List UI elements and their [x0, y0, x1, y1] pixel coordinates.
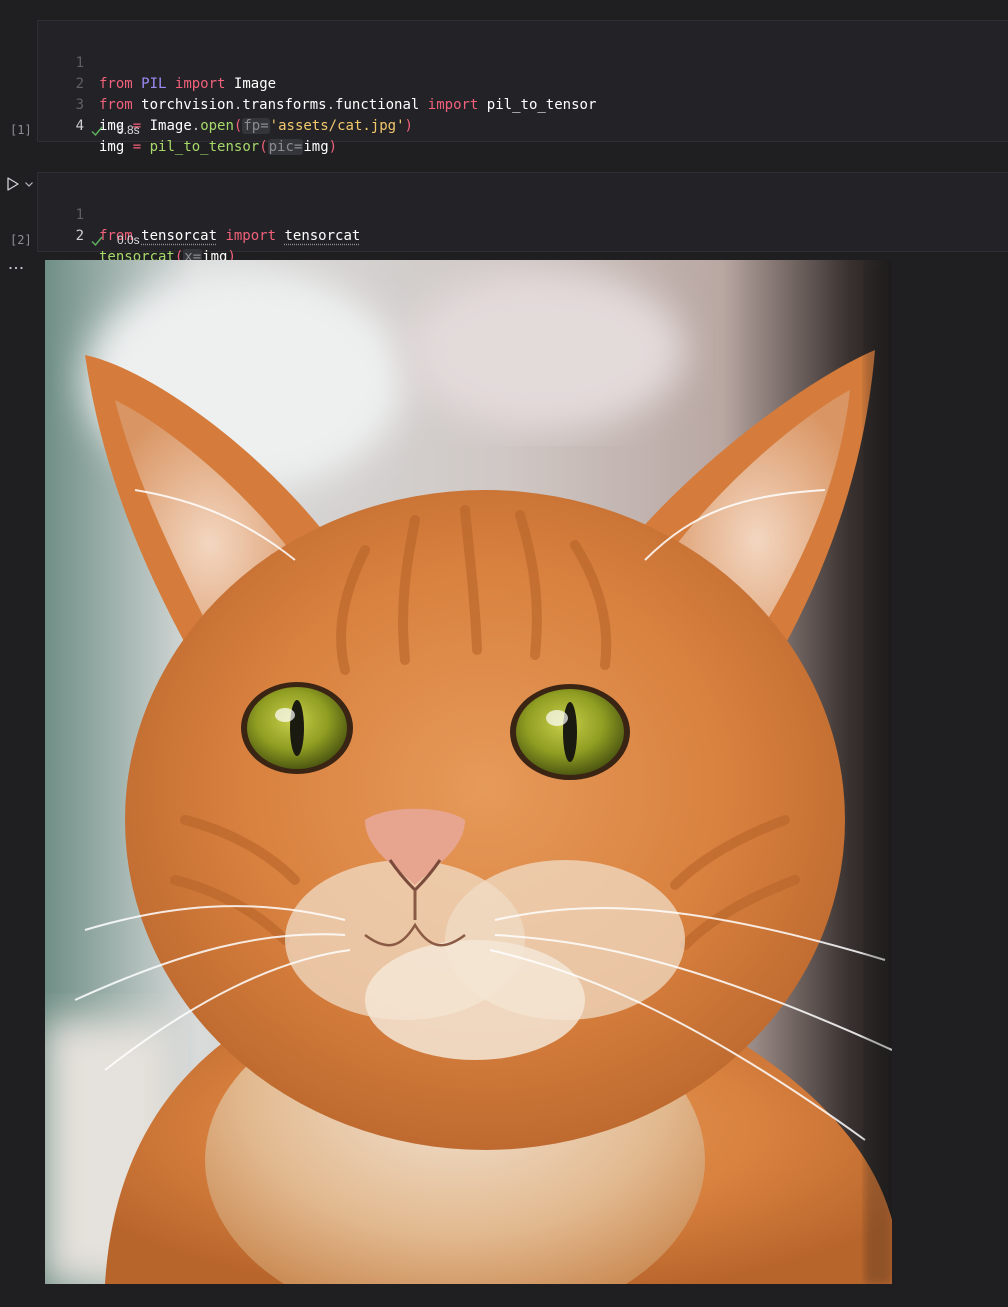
execution-count: [2] [10, 233, 32, 247]
code-line[interactable]: 2 tensorcat(x=img) [38, 205, 236, 265]
code-editor-1[interactable]: 1 from PIL import Image 2 from torchvisi… [37, 20, 1008, 155]
module-name: functional [335, 97, 420, 113]
check-icon [91, 126, 103, 137]
cat-image [45, 260, 892, 1284]
code-line[interactable]: 2 from torchvision.transforms.functional… [38, 53, 597, 113]
keyword: import [174, 76, 226, 92]
more-options-icon[interactable] [7, 258, 25, 276]
code-line[interactable]: 1 from tensorcat import tensorcat [38, 184, 361, 244]
check-icon [91, 236, 103, 247]
cell-status-row: 0.0s [75, 230, 1008, 252]
module-name: PIL [141, 76, 167, 92]
code-cell-2[interactable]: 1 from tensorcat import tensorcat 2 tens… [0, 172, 1008, 265]
code-line[interactable]: 4 img = pil_to_tensor(pic=img) [38, 95, 337, 155]
keyword: import [427, 97, 479, 113]
cell-output-image [45, 260, 892, 1284]
import-name: pil_to_tensor [486, 97, 597, 113]
execution-count: [1] [10, 123, 32, 137]
code-cell-1[interactable]: 1 from PIL import Image 2 from torchvisi… [0, 20, 1008, 155]
code-editor-2[interactable]: 1 from tensorcat import tensorcat 2 tens… [37, 172, 1008, 265]
module-name: torchvision [141, 97, 234, 113]
import-name: Image [233, 76, 277, 92]
execution-duration: 0.8s [117, 123, 140, 137]
cell-status-row: 0.8s [75, 120, 1008, 142]
code-line[interactable]: 1 from PIL import Image [38, 32, 277, 92]
code-line[interactable]: 3 img = Image.open(fp='assets/cat.jpg') [38, 74, 413, 134]
notebook: 1 from PIL import Image 2 from torchvisi… [0, 0, 1008, 1307]
run-icon[interactable] [5, 176, 21, 192]
execution-duration: 0.0s [117, 233, 140, 247]
module-name: transforms [242, 97, 327, 113]
punctuation: . [326, 97, 336, 113]
chevron-down-icon[interactable] [23, 178, 35, 190]
